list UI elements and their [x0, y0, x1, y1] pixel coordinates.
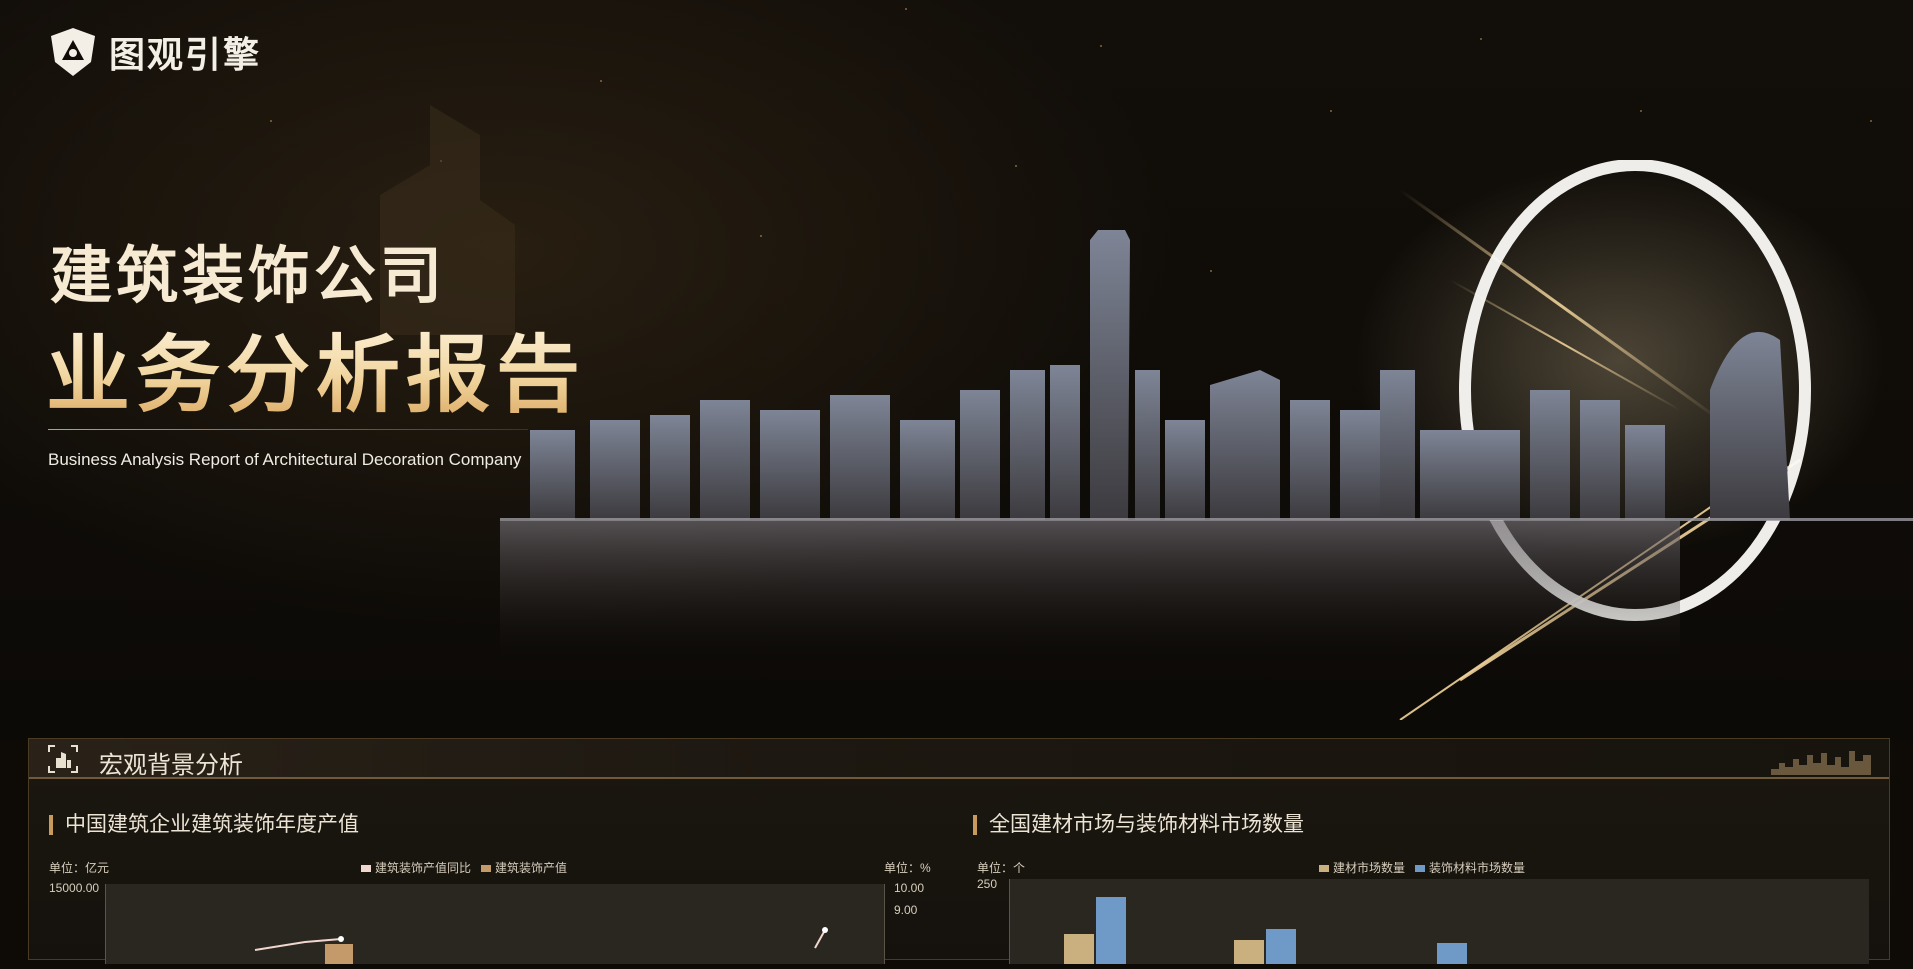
legend-label: 建筑装饰产值: [495, 861, 568, 875]
report-subtitle: Business Analysis Report of Architectura…: [48, 450, 522, 469]
chart2-legend: 建材市场数量 装饰材料市场数量: [1319, 859, 1525, 876]
chart2-title: 全国建材市场与装饰材料市场数量: [973, 814, 1304, 835]
legend-item[interactable]: 建筑装饰产值同比: [361, 859, 471, 876]
section-header: 宏观背景分析: [29, 739, 1889, 779]
legend-label: 装饰材料市场数量: [1429, 861, 1526, 875]
city-skyline-illustration: [500, 160, 1913, 720]
title-divider: [48, 429, 528, 430]
y-axis-tick: 15000.00: [49, 881, 100, 895]
legend-swatch: [481, 865, 492, 873]
brand-logo[interactable]: 图观引擎: [47, 26, 261, 78]
chart1-legend: 建筑装饰产值同比 建筑装饰产值: [361, 859, 567, 876]
bar[interactable]: [1096, 897, 1126, 964]
chart2-plot-area: [1008, 879, 1869, 964]
legend-swatch: [361, 865, 371, 873]
legend-swatch: [1415, 865, 1426, 873]
chart1-title: 中国建筑企业建筑装饰年度产值: [49, 814, 359, 835]
y-axis-tick-right: 9.00: [894, 903, 918, 917]
chart2-marks: [1008, 879, 1467, 964]
legend-label: 建材市场数量: [1333, 861, 1406, 875]
line-point[interactable]: [822, 927, 828, 933]
brand-name: 图观引擎: [109, 34, 262, 75]
line-point[interactable]: [338, 936, 344, 942]
bar[interactable]: [1266, 929, 1296, 964]
chart1-plot-area: [104, 884, 886, 964]
macro-analysis-panel: 宏观背景分析 中国建筑企业建筑装饰年度产值 单位：亿元 建筑装饰产值同比 建筑装…: [28, 738, 1890, 964]
line-series: [814, 929, 826, 949]
legend-swatch: [1319, 865, 1329, 873]
legend-item[interactable]: 建材市场数量: [1319, 859, 1405, 876]
skyline-decoration-icon: [1771, 751, 1871, 775]
legend-item[interactable]: 装饰材料市场数量: [1415, 859, 1525, 876]
y-axis-tick-right: 10.00: [894, 881, 925, 895]
legend-item[interactable]: 建筑装饰产值: [481, 859, 567, 876]
report-title-line2: 业务分析报告: [46, 308, 586, 429]
building-frame-icon: [48, 745, 78, 773]
bar[interactable]: [325, 944, 353, 964]
y-axis-tick: 250: [977, 877, 998, 891]
hero-banner: 图观引擎 建筑装饰公司 业务分析报告 Business Analysis Rep…: [0, 0, 1913, 740]
legend-label: 建筑装饰产值同比: [375, 861, 472, 875]
shield-triangle-icon: [51, 28, 95, 76]
chart1-unit-left: 单位：亿元: [49, 861, 110, 875]
section-title: 宏观背景分析: [99, 752, 243, 779]
bar[interactable]: [1437, 943, 1467, 964]
chart1-marks: [104, 884, 886, 964]
bar[interactable]: [1064, 934, 1094, 964]
report-title-line1: 建筑装饰公司: [50, 239, 447, 312]
bar[interactable]: [1234, 940, 1264, 964]
chart1-unit-right: 单位：%: [884, 861, 931, 875]
chart2-unit-left: 单位：个: [977, 861, 1026, 875]
